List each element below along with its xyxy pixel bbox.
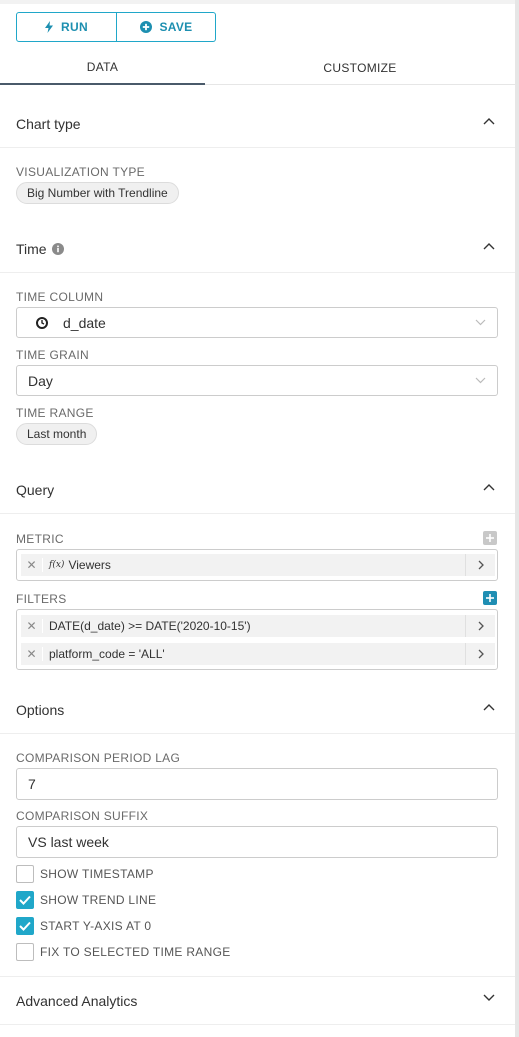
chevron-up-icon[interactable] xyxy=(483,117,495,125)
show-trend-line-checkbox-row[interactable]: SHOW TREND LINE xyxy=(16,891,156,909)
time-range-pill[interactable]: Last month xyxy=(16,423,98,445)
panel-tabs: DATA CUSTOMIZE xyxy=(0,50,515,85)
time-column-label: TIME COLUMN xyxy=(16,290,104,304)
comparison-lag-label: COMPARISON PERIOD LAG xyxy=(16,751,181,765)
function-icon: f(x) xyxy=(49,560,65,570)
clock-icon xyxy=(36,316,48,329)
time-column-value: d_date xyxy=(63,314,106,331)
chevron-down-icon xyxy=(475,377,486,384)
chevron-down-icon[interactable] xyxy=(483,994,495,1002)
section-header-query[interactable]: Query xyxy=(0,466,515,514)
metric-tag[interactable]: ✕ f(x) Viewers xyxy=(21,554,495,576)
info-icon[interactable] xyxy=(51,242,64,255)
plus-icon xyxy=(486,594,494,602)
section-title: Advanced Analytics xyxy=(16,992,138,1009)
chevron-right-icon xyxy=(478,649,484,659)
save-button[interactable]: SAVE xyxy=(117,12,216,42)
start-y-axis-checkbox-row[interactable]: START Y-AXIS AT 0 xyxy=(16,917,151,935)
chevron-up-icon[interactable] xyxy=(483,703,495,711)
action-button-group: RUN SAVE xyxy=(16,12,216,42)
chevron-up-icon[interactable] xyxy=(483,242,495,250)
start-y-axis-checkbox[interactable] xyxy=(16,917,34,935)
checkbox-label: SHOW TIMESTAMP xyxy=(40,867,154,881)
metric-label: METRIC xyxy=(16,532,64,546)
chevron-up-icon[interactable] xyxy=(483,483,495,491)
chevron-right-icon xyxy=(478,560,484,570)
visualization-type-pill[interactable]: Big Number with Trendline xyxy=(16,182,179,204)
plus-circle-icon xyxy=(139,21,152,33)
tab-customize[interactable]: CUSTOMIZE xyxy=(205,50,515,85)
close-icon[interactable]: ✕ xyxy=(21,558,43,572)
visualization-type-label: VISUALIZATION TYPE xyxy=(16,165,145,179)
time-range-label: TIME RANGE xyxy=(16,406,94,420)
show-timestamp-checkbox[interactable] xyxy=(16,865,34,883)
run-button[interactable]: RUN xyxy=(16,12,117,42)
filter-edit-button[interactable] xyxy=(465,615,495,637)
check-icon xyxy=(19,921,31,931)
section-title: Query xyxy=(16,481,55,498)
filter-tag-label: platform_code = 'ALL' xyxy=(49,647,165,661)
time-grain-value: Day xyxy=(28,372,53,389)
add-metric-button[interactable] xyxy=(483,531,497,545)
filter-tag[interactable]: ✕ platform_code = 'ALL' xyxy=(21,643,495,665)
explore-panel: RUN SAVE DATA CUSTOMIZE Chart type VISUA… xyxy=(0,0,519,1037)
show-trend-line-checkbox[interactable] xyxy=(16,891,34,909)
filter-tag[interactable]: ✕ DATE(d_date) >= DATE('2020-10-15') xyxy=(21,615,495,637)
tab-data[interactable]: DATA xyxy=(0,50,205,85)
filters-label: FILTERS xyxy=(16,592,67,606)
fix-time-range-checkbox[interactable] xyxy=(16,943,34,961)
section-title: Options xyxy=(16,701,65,718)
show-timestamp-checkbox-row[interactable]: SHOW TIMESTAMP xyxy=(16,865,154,883)
filters-box[interactable]: ✕ DATE(d_date) >= DATE('2020-10-15') ✕ p… xyxy=(16,609,498,670)
time-column-select[interactable]: d_date xyxy=(16,307,498,338)
chevron-right-icon xyxy=(478,621,484,631)
chevron-down-icon xyxy=(475,319,486,326)
time-grain-select[interactable]: Day xyxy=(16,365,498,396)
metric-box[interactable]: ✕ f(x) Viewers xyxy=(16,549,498,581)
metric-tag-label: Viewers xyxy=(68,558,111,572)
lightning-icon xyxy=(45,21,54,33)
plus-icon xyxy=(486,534,494,542)
fix-time-range-checkbox-row[interactable]: FIX TO SELECTED TIME RANGE xyxy=(16,943,231,961)
add-filter-button[interactable] xyxy=(483,591,497,605)
close-icon[interactable]: ✕ xyxy=(21,647,43,661)
metric-tag-text: f(x) Viewers xyxy=(43,558,111,572)
filter-edit-button[interactable] xyxy=(465,643,495,665)
filter-tag-label: DATE(d_date) >= DATE('2020-10-15') xyxy=(49,619,251,633)
panel-resize-border xyxy=(515,0,519,1037)
comparison-lag-input[interactable]: 7 xyxy=(16,768,498,800)
top-divider xyxy=(0,0,519,4)
section-header-chart-type[interactable]: Chart type xyxy=(0,100,515,148)
comparison-suffix-input[interactable]: VS last week xyxy=(16,826,498,858)
check-icon xyxy=(19,895,31,905)
checkbox-label: START Y-AXIS AT 0 xyxy=(40,919,152,933)
comparison-suffix-label: COMPARISON SUFFIX xyxy=(16,809,149,823)
save-button-label: SAVE xyxy=(159,20,193,34)
checkbox-label: FIX TO SELECTED TIME RANGE xyxy=(40,945,231,959)
section-title: Time xyxy=(16,240,47,257)
time-grain-label: TIME GRAIN xyxy=(16,348,90,362)
section-header-time[interactable]: Time xyxy=(0,225,515,273)
metric-edit-button[interactable] xyxy=(465,554,495,576)
close-icon[interactable]: ✕ xyxy=(21,619,43,633)
section-header-options[interactable]: Options xyxy=(0,686,515,734)
section-header-advanced-analytics[interactable]: Advanced Analytics xyxy=(0,977,515,1025)
run-button-label: RUN xyxy=(61,20,88,34)
checkbox-label: SHOW TREND LINE xyxy=(40,893,157,907)
section-title: Chart type xyxy=(16,115,81,132)
